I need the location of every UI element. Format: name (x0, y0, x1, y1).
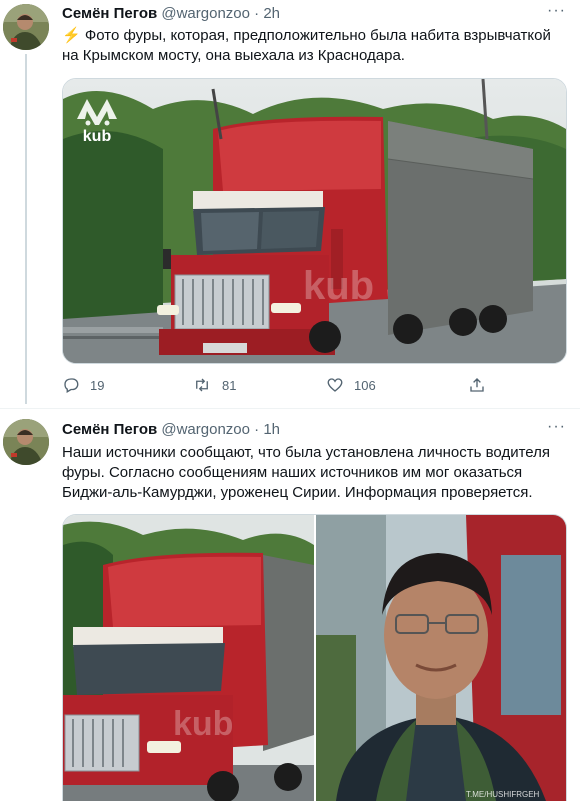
more-horizontal-icon[interactable]: ··· (547, 418, 566, 436)
more-horizontal-icon[interactable]: ··· (547, 2, 566, 20)
reply-count: 19 (90, 377, 105, 393)
author-handle[interactable]: @wargonzoo (161, 421, 250, 438)
tweet-2[interactable]: Семён Пегов @wargonzoo · 1h ··· Наши ист… (0, 409, 580, 801)
reply-icon (64, 378, 79, 393)
portrait-photo[interactable]: T.ME/HUSHIFRGEH (316, 515, 566, 801)
avatar[interactable] (3, 419, 49, 465)
share-icon (470, 378, 484, 392)
retweet-count: 81 (222, 377, 237, 393)
timestamp[interactable]: 1h (263, 421, 280, 438)
tweet-1[interactable]: Семён Пегов @wargonzoo · 2h ··· ⚡ Фото ф… (0, 0, 580, 410)
truck-photo: kub kub (63, 79, 566, 363)
heart-icon (327, 378, 343, 392)
watermark: kub (83, 128, 112, 145)
timestamp[interactable]: 2h (263, 5, 280, 22)
avatar[interactable] (3, 4, 49, 50)
tweet-photo[interactable]: kub kub (62, 78, 567, 364)
tweet-header: Семён Пегов @wargonzoo · 1h (62, 421, 280, 438)
separator: · (254, 5, 260, 22)
reply-button[interactable]: 19 (62, 376, 104, 394)
retweet-icon (196, 378, 208, 392)
like-button[interactable]: 106 (326, 376, 376, 394)
tweet-actions: 19 81 106 (62, 376, 522, 396)
tweet-header: Семён Пегов @wargonzoo · 2h (62, 5, 280, 22)
tweet-photos: kub T.ME/HUSHIFRGEH (62, 514, 567, 801)
lightning-emoji: ⚡ (62, 27, 81, 44)
watermark-center: kub (303, 264, 374, 308)
like-count: 106 (354, 377, 376, 393)
separator: · (254, 421, 260, 438)
retweet-button[interactable]: 81 (192, 376, 236, 394)
tweet-text: Наши источники сообщают, что была устано… (62, 444, 550, 501)
tweet-body: Фото фуры, которая, предположительно был… (62, 27, 551, 64)
watermark-center: kub (173, 705, 233, 743)
author-handle[interactable]: @wargonzoo (161, 5, 250, 22)
tweet-text: ⚡ Фото фуры, которая, предположительно б… (62, 26, 557, 66)
thread-line (25, 54, 27, 404)
truck-photo[interactable]: kub (63, 515, 314, 801)
share-button[interactable] (468, 376, 496, 394)
author-name[interactable]: Семён Пегов (62, 5, 157, 22)
photo-caption: T.ME/HUSHIFRGEH (466, 790, 540, 799)
author-name[interactable]: Семён Пегов (62, 421, 157, 438)
